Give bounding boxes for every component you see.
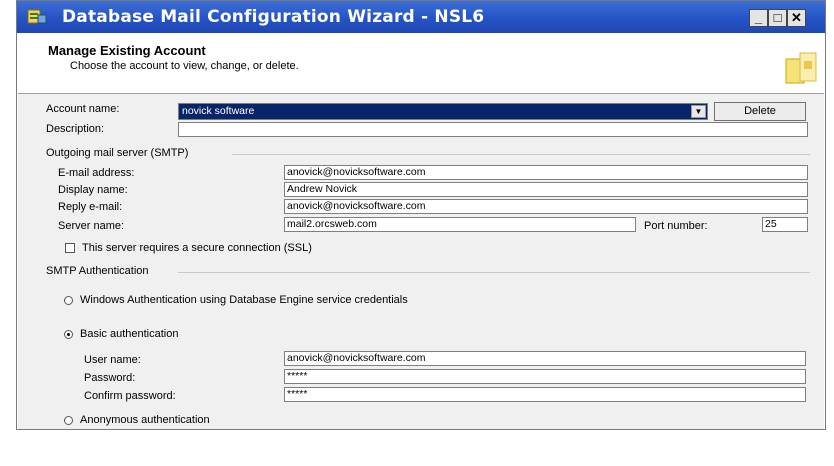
smtp-group-divider xyxy=(232,154,810,155)
server-name-label: Server name: xyxy=(58,220,125,232)
description-field[interactable] xyxy=(178,122,808,137)
smtp-group-label: Outgoing mail server (SMTP) xyxy=(46,147,189,159)
mail-wizard-logo-icon xyxy=(785,52,817,84)
wizard-window: Database Mail Configuration Wizard - NSL… xyxy=(16,0,826,430)
maximize-button[interactable]: □ xyxy=(768,9,787,27)
page-title: Manage Existing Account xyxy=(48,43,206,58)
account-name-value: novick software xyxy=(182,105,255,117)
server-name-field[interactable]: mail2.orcsweb.com xyxy=(284,217,636,232)
wizard-body: Account name: novick software ▼ Delete D… xyxy=(18,94,824,429)
basic-auth-label: Basic authentication xyxy=(80,328,179,340)
account-name-label: Account name: xyxy=(46,103,120,115)
password-label: Password: xyxy=(84,372,136,384)
password-field[interactable]: ***** xyxy=(284,369,806,384)
user-name-label: User name: xyxy=(84,354,141,366)
port-number-label: Port number: xyxy=(644,220,708,232)
basic-auth-radio[interactable] xyxy=(64,330,73,339)
chevron-down-icon[interactable]: ▼ xyxy=(691,105,706,118)
email-label: E-mail address: xyxy=(58,167,135,179)
auth-group-divider xyxy=(178,272,810,273)
wizard-header: Manage Existing Account Choose the accou… xyxy=(18,33,824,94)
window-title: Database Mail Configuration Wizard - NSL… xyxy=(62,7,485,27)
reply-email-label: Reply e-mail: xyxy=(58,201,123,213)
account-name-dropdown[interactable]: novick software ▼ xyxy=(178,103,708,120)
close-button[interactable]: ✕ xyxy=(787,9,806,27)
page-subtitle: Choose the account to view, change, or d… xyxy=(70,60,299,72)
windows-auth-label: Windows Authentication using Database En… xyxy=(80,294,408,306)
windows-auth-radio[interactable] xyxy=(64,296,73,305)
ssl-checkbox[interactable] xyxy=(65,243,75,253)
email-field[interactable]: anovick@novicksoftware.com xyxy=(284,165,808,180)
ssl-label: This server requires a secure connection… xyxy=(82,242,312,254)
display-name-field[interactable]: Andrew Novick xyxy=(284,182,808,197)
delete-button[interactable]: Delete xyxy=(714,102,806,121)
confirm-password-field[interactable]: ***** xyxy=(284,387,806,402)
title-bar[interactable]: Database Mail Configuration Wizard - NSL… xyxy=(17,1,825,33)
anonymous-auth-radio[interactable] xyxy=(64,416,73,425)
confirm-password-label: Confirm password: xyxy=(84,390,176,402)
database-mail-icon xyxy=(27,9,47,24)
anonymous-auth-label: Anonymous authentication xyxy=(80,414,210,426)
display-name-label: Display name: xyxy=(58,184,128,196)
description-label: Description: xyxy=(46,123,105,135)
user-name-field[interactable]: anovick@novicksoftware.com xyxy=(284,351,806,366)
reply-email-field[interactable]: anovick@novicksoftware.com xyxy=(284,199,808,214)
minimize-button[interactable]: _ xyxy=(749,9,768,27)
smtp-auth-group-label: SMTP Authentication xyxy=(46,265,149,277)
port-number-field[interactable]: 25 xyxy=(762,217,808,232)
